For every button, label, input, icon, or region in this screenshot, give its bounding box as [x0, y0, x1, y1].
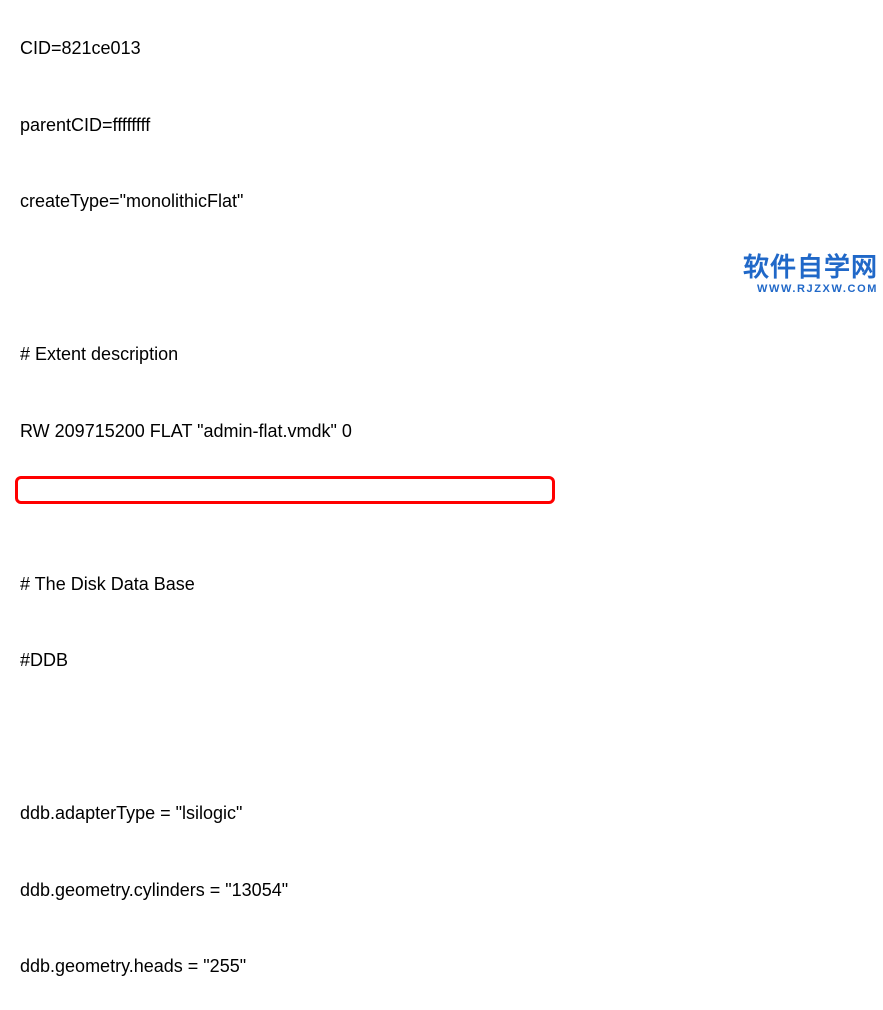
watermark: 软件自学网 WWW.RJZXW.COM: [743, 255, 878, 302]
code-line-blank: [20, 495, 883, 521]
code-line-parentcid: parentCID=ffffffff: [20, 113, 883, 139]
code-line-cid: CID=821ce013: [20, 36, 883, 62]
code-line-extent-comment: # Extent description: [20, 342, 883, 368]
code-line-extent: RW 209715200 FLAT "admin-flat.vmdk" 0: [20, 419, 883, 445]
code-line-ddb-tag: #DDB: [20, 648, 883, 674]
code-line-ddb-comment: # The Disk Data Base: [20, 572, 883, 598]
watermark-url: WWW.RJZXW.COM: [743, 277, 878, 303]
code-line-heads: ddb.geometry.heads = "255": [20, 954, 883, 980]
vmdk-descriptor-text: CID=821ce013 parentCID=ffffffff createTy…: [20, 0, 883, 1010]
code-line-createtype: createType="monolithicFlat": [20, 189, 883, 215]
code-line-cylinders: ddb.geometry.cylinders = "13054": [20, 878, 883, 904]
code-line-blank: [20, 725, 883, 751]
code-line-adaptertype: ddb.adapterType = "lsilogic": [20, 801, 883, 827]
